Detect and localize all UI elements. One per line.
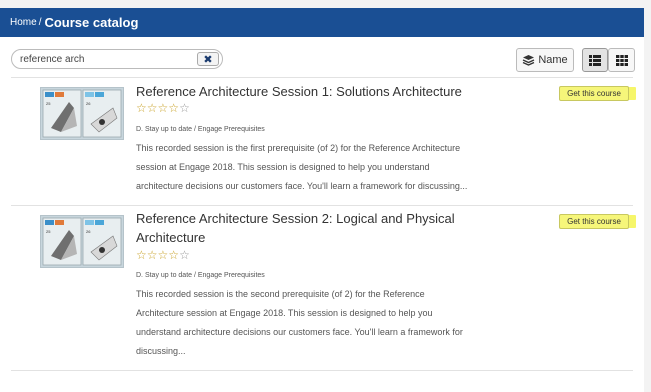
star-empty-icon: ☆: [179, 101, 190, 115]
course-category: D. Stay up to date / Engage Prerequisite…: [136, 126, 265, 133]
search-input[interactable]: [20, 51, 190, 67]
course-description-line: understand architecture decisions our cu…: [136, 327, 463, 337]
course-thumbnail-image: 25 26: [42, 89, 122, 138]
page-title: Course catalog: [44, 15, 139, 30]
course-title-line: Architecture: [136, 230, 206, 245]
svg-text:25: 25: [46, 229, 51, 234]
breadcrumb-home-link[interactable]: Home: [10, 17, 37, 28]
course-title-line: Reference Architecture Session 2: Logica…: [136, 211, 455, 226]
star-filled-icon: ☆: [157, 101, 169, 115]
sort-by-name-button[interactable]: Name: [516, 48, 574, 72]
star-filled-icon: ☆: [168, 101, 180, 115]
svg-text:26: 26: [86, 229, 91, 234]
course-rating: ☆☆☆☆☆: [136, 249, 190, 261]
grid-icon: [615, 54, 628, 66]
course-title[interactable]: Reference Architecture Session 2: Logica…: [136, 209, 466, 247]
course-title[interactable]: Reference Architecture Session 1: Soluti…: [136, 82, 466, 101]
window-edge: [644, 0, 651, 392]
get-course-button[interactable]: Get this course: [559, 86, 629, 101]
layers-icon: [523, 55, 535, 66]
course-thumbnail[interactable]: 25 26: [40, 215, 124, 268]
divider: [11, 370, 633, 371]
svg-text:25: 25: [46, 101, 51, 106]
course-thumbnail-image: 25 26: [42, 217, 122, 266]
course-description: This recorded session is the second prer…: [136, 285, 501, 361]
course-description-line: discussing...: [136, 346, 186, 356]
star-empty-icon: ☆: [179, 248, 190, 262]
course-description-line: This recorded session is the second prer…: [136, 289, 425, 299]
course-category: D. Stay up to date / Engage Prerequisite…: [136, 272, 265, 279]
list-view-button[interactable]: [582, 48, 608, 72]
close-icon: ✖: [203, 53, 213, 66]
course-description: This recorded session is the first prere…: [136, 139, 501, 196]
get-course-button[interactable]: Get this course: [559, 214, 629, 229]
clear-search-button[interactable]: ✖: [197, 52, 219, 66]
search-box: ✖: [11, 49, 223, 69]
course-description-line: session at Engage 2018. This session is …: [136, 162, 430, 172]
star-filled-icon: ☆: [157, 248, 169, 262]
star-filled-icon: ☆: [136, 101, 147, 115]
divider: [11, 205, 633, 206]
star-filled-icon: ☆: [146, 248, 158, 262]
course-catalog-panel: ✖ Name: [0, 37, 644, 392]
divider: [11, 77, 633, 78]
sort-label: Name: [538, 54, 568, 66]
star-filled-icon: ☆: [136, 248, 147, 262]
course-description-line: Architecture session at Engage 2018. Thi…: [136, 308, 433, 318]
svg-text:26: 26: [86, 101, 91, 106]
breadcrumb: Home / Course catalog: [0, 8, 644, 37]
grid-view-button[interactable]: [608, 48, 635, 72]
breadcrumb-separator: /: [38, 17, 42, 28]
list-icon: [589, 54, 601, 66]
star-filled-icon: ☆: [146, 101, 158, 115]
course-description-line: architecture decisions our customers fac…: [136, 181, 468, 191]
course-description-line: This recorded session is the first prere…: [136, 143, 461, 153]
course-thumbnail[interactable]: 25 26: [40, 87, 124, 140]
course-rating: ☆☆☆☆☆: [136, 102, 190, 114]
star-filled-icon: ☆: [168, 248, 180, 262]
